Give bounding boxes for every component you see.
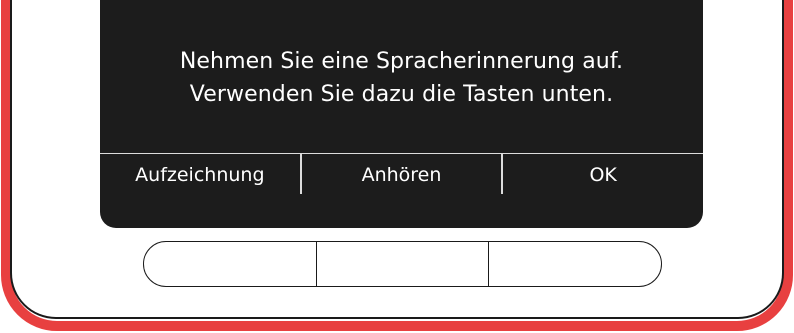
hardware-key-right[interactable] <box>489 242 661 286</box>
softkey-ok[interactable]: OK <box>503 154 703 194</box>
softkey-record[interactable]: Aufzeichnung <box>100 154 302 194</box>
softkey-bar: Aufzeichnung Anhören OK <box>100 153 703 194</box>
hardware-key-left[interactable] <box>144 242 317 286</box>
message-line-2: Verwenden Sie dazu die Tasten unten. <box>189 82 614 107</box>
instruction-message: Nehmen Sie eine Spracherinnerung auf. Ve… <box>100 45 703 111</box>
softkey-listen[interactable]: Anhören <box>302 154 504 194</box>
hardware-softkey-buttons <box>143 241 662 287</box>
display-screen: Nehmen Sie eine Spracherinnerung auf. Ve… <box>100 0 703 228</box>
hardware-key-middle[interactable] <box>317 242 490 286</box>
message-line-1: Nehmen Sie eine Spracherinnerung auf. <box>179 49 624 74</box>
